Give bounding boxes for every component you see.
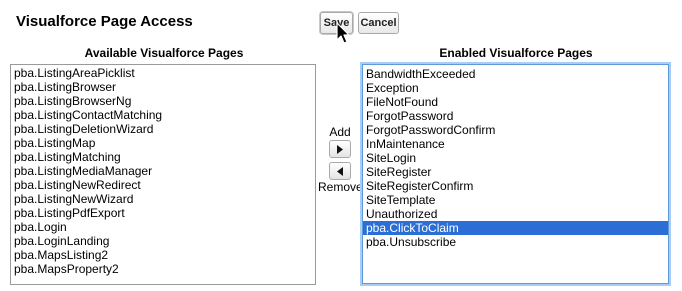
available-list-item[interactable]: pba.ListingMatching [11,150,315,164]
available-list-item[interactable]: pba.Login [11,220,315,234]
available-list-item[interactable]: pba.ListingPdfExport [11,206,315,220]
left-arrow-icon [337,167,343,176]
available-list-item[interactable]: pba.ListingContactMatching [11,108,315,122]
available-list-item[interactable]: pba.ListingNewWizard [11,192,315,206]
add-label: Add [329,125,351,139]
available-list-item[interactable]: pba.ListingBrowserNg [11,94,315,108]
enabled-list-item[interactable]: SiteRegisterConfirm [363,179,668,193]
available-list-item[interactable]: pba.MapsListing2 [11,248,315,262]
right-arrow-icon [337,145,343,154]
enabled-list-item[interactable]: BandwidthExceeded [363,67,668,81]
enabled-list-item[interactable]: FileNotFound [363,95,668,109]
enabled-pages-label: Enabled Visualforce Pages [439,46,593,60]
available-pages-label: Available Visualforce Pages [84,46,244,60]
enabled-list-item[interactable]: ForgotPasswordConfirm [363,123,668,137]
available-list-item[interactable]: pba.ListingMap [11,136,315,150]
enabled-list-item[interactable]: pba.Unsubscribe [363,235,668,249]
available-list-item[interactable]: pba.MapsProperty2 [11,262,315,276]
enabled-list-item[interactable]: ForgotPassword [363,109,668,123]
add-button[interactable] [329,140,351,158]
available-list-item[interactable]: pba.ListingMediaManager [11,164,315,178]
page-title: Visualforce Page Access [16,13,193,30]
available-list-item[interactable]: pba.LoginLanding [11,234,315,248]
enabled-list-item[interactable]: pba.ClickToClaim [363,221,668,235]
cancel-button[interactable]: Cancel [358,12,399,34]
available-list-item[interactable]: pba.ListingDeletionWizard [11,122,315,136]
enabled-list-item[interactable]: Exception [363,81,668,95]
remove-label: Remove [318,180,363,194]
enabled-pages-list[interactable]: BandwidthExceeded Exception FileNotFound… [362,64,669,284]
enabled-list-item[interactable]: SiteTemplate [363,193,668,207]
enabled-list-item[interactable]: SiteLogin [363,151,668,165]
available-list-item[interactable]: pba.ListingBrowser [11,80,315,94]
available-pages-list[interactable]: pba.ListingAreaPicklist pba.ListingBrows… [10,64,316,285]
mouse-cursor-icon [336,22,350,44]
enabled-list-item[interactable]: InMaintenance [363,137,668,151]
available-list-item[interactable]: pba.ListingAreaPicklist [11,66,315,80]
remove-button[interactable] [329,162,351,180]
enabled-list-item[interactable]: Unauthorized [363,207,668,221]
available-list-item[interactable]: pba.ListingNewRedirect [11,178,315,192]
enabled-list-item[interactable]: SiteRegister [363,165,668,179]
